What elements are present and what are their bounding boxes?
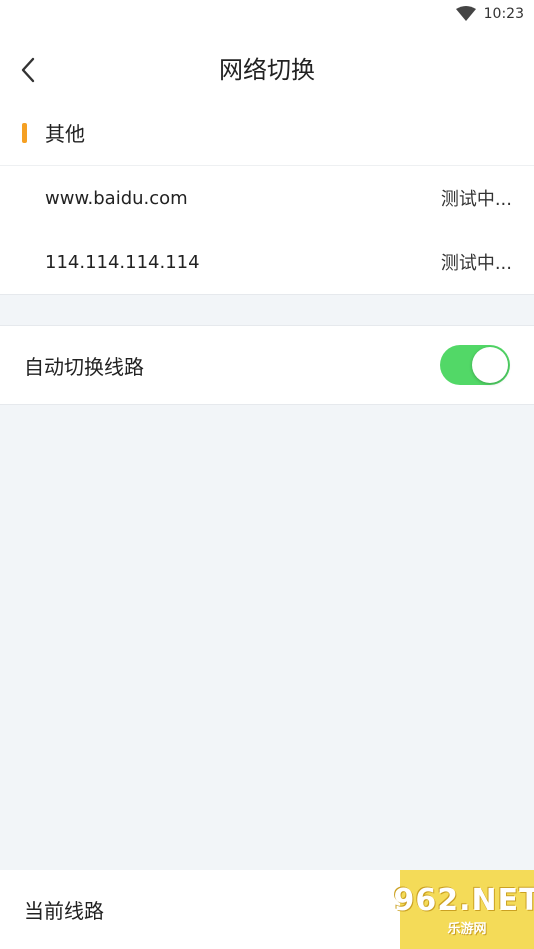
page-title: 网络切换 xyxy=(219,56,315,84)
watermark-sub: 乐游网 xyxy=(447,921,487,937)
auto-switch-toggle[interactable] xyxy=(440,345,510,385)
server-status: 测试中... xyxy=(440,253,512,274)
server-row-114[interactable]: 114.114.114.114 测试中... xyxy=(0,230,534,294)
auto-switch-row: 自动切换线路 xyxy=(0,325,534,405)
section-header: 其他 xyxy=(0,100,534,166)
section-title: 其他 xyxy=(45,122,85,146)
status-time: 10:23 xyxy=(483,6,524,22)
server-host: 114.114.114.114 xyxy=(45,251,200,273)
auto-switch-label: 自动切换线路 xyxy=(24,354,144,379)
section-accent-bar xyxy=(22,122,27,143)
server-status: 测试中... xyxy=(440,189,512,210)
wifi-icon xyxy=(455,6,476,21)
switch-knob xyxy=(472,347,508,383)
current-route-label: 当前线路 xyxy=(24,899,104,923)
server-list-section: 其他 www.baidu.com 测试中... 114.114.114.114 … xyxy=(0,100,534,295)
server-host: www.baidu.com xyxy=(45,187,188,209)
watermark-logo: 962.NET 乐游网 xyxy=(393,870,534,949)
status-bar: 10:23 xyxy=(0,0,534,28)
watermark-main: 962.NET xyxy=(393,882,534,918)
server-row-baidu[interactable]: www.baidu.com 测试中... xyxy=(0,166,534,230)
